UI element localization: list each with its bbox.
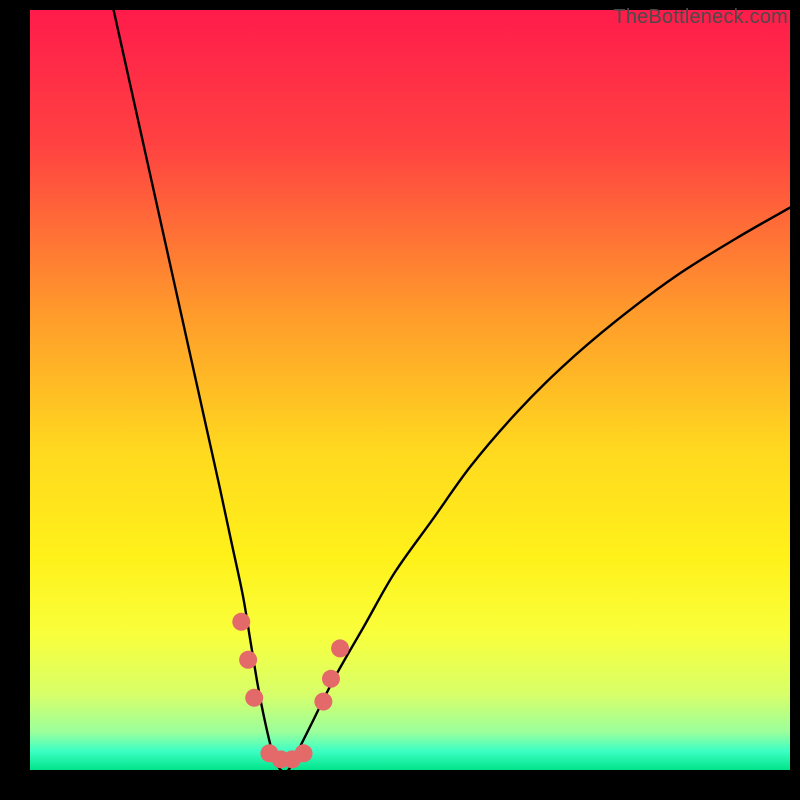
bottleneck-curve: [114, 10, 790, 770]
highlight-dot: [331, 639, 349, 657]
highlight-dot: [239, 651, 257, 669]
highlight-dot: [314, 693, 332, 711]
highlight-dot: [232, 613, 250, 631]
highlight-dot: [245, 689, 263, 707]
highlight-dot: [322, 670, 340, 688]
watermark-text: TheBottleneck.com: [613, 6, 788, 29]
curve-layer: [30, 10, 790, 770]
plot-area: [30, 10, 790, 770]
highlight-dot: [295, 744, 313, 762]
chart-frame: TheBottleneck.com: [0, 0, 800, 800]
